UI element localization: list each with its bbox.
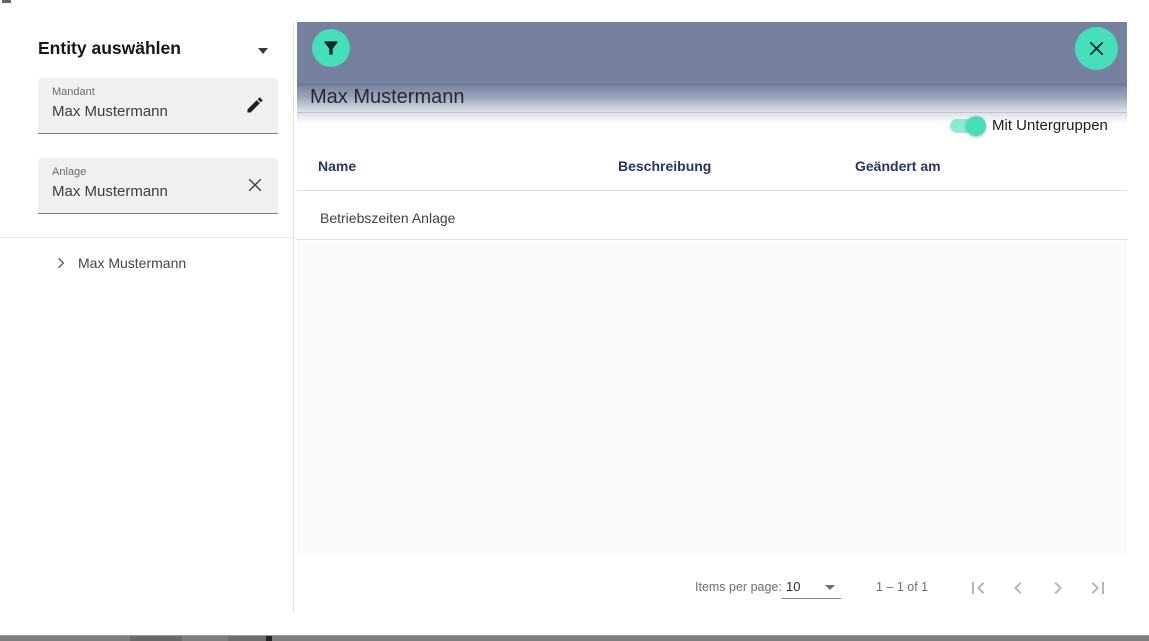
- window-bottom-bar: [0, 635, 1149, 641]
- caret-down-icon[interactable]: [258, 48, 268, 54]
- page-range-label: 1 – 1 of 1: [876, 580, 928, 594]
- table-row[interactable]: Betriebszeiten Anlage: [297, 191, 1127, 240]
- close-icon: [1086, 38, 1107, 59]
- chevron-right-icon: [1046, 576, 1070, 600]
- clear-icon[interactable]: [244, 175, 266, 197]
- close-button[interactable]: [1075, 27, 1118, 70]
- column-header-geaendert-am: Geändert am: [855, 158, 941, 174]
- sidebar-title: Entity auswählen: [38, 38, 181, 59]
- page-size-select[interactable]: 10: [781, 574, 841, 599]
- chevron-right-icon[interactable]: [53, 255, 69, 271]
- last-page-button[interactable]: [1086, 576, 1110, 600]
- tree-item[interactable]: Max Mustermann: [0, 248, 293, 280]
- title-divider: [297, 112, 1127, 113]
- column-header-name: Name: [318, 158, 356, 174]
- bottom-bar-segment: [130, 636, 182, 641]
- bottom-bar-segment: [266, 636, 272, 641]
- mandant-field-value: Max Mustermann: [52, 103, 168, 120]
- anlage-field-label: Anlage: [52, 166, 86, 178]
- toggle-thumb: [966, 116, 986, 136]
- bottom-bar-segment: [228, 636, 266, 641]
- last-page-icon: [1086, 576, 1110, 600]
- entity-select-dialog: Entity auswählen Mandant Max Mustermann …: [0, 0, 1149, 641]
- panel-title: Max Mustermann: [310, 86, 465, 109]
- next-page-button[interactable]: [1046, 576, 1070, 600]
- edit-icon[interactable]: [244, 95, 266, 117]
- x-icon: [245, 175, 265, 195]
- untergruppen-toggle[interactable]: [948, 115, 986, 137]
- first-page-icon: [966, 576, 990, 600]
- mandant-field[interactable]: Mandant Max Mustermann: [38, 78, 278, 134]
- filter-button[interactable]: [312, 29, 350, 67]
- toggle-label: Mit Untergruppen: [992, 117, 1108, 134]
- anlage-field-value: Max Mustermann: [52, 183, 168, 200]
- tree-item-label: Max Mustermann: [78, 255, 186, 271]
- anlage-field[interactable]: Anlage Max Mustermann: [38, 158, 278, 214]
- previous-page-button[interactable]: [1006, 576, 1030, 600]
- chevron-left-icon: [1006, 576, 1030, 600]
- page-size-value: 10: [786, 579, 800, 594]
- cell-name: Betriebszeiten Anlage: [320, 210, 455, 226]
- table-empty-area: [297, 241, 1127, 556]
- column-header-beschreibung: Beschreibung: [618, 158, 711, 174]
- mandant-field-label: Mandant: [52, 86, 95, 98]
- filter-icon: [321, 38, 341, 58]
- caret-down-icon: [825, 585, 835, 590]
- panel-toolbar: [297, 22, 1127, 84]
- pencil-icon: [245, 95, 265, 115]
- sidebar-divider: [0, 237, 293, 238]
- window-corner-artifact: [2, 0, 11, 3]
- items-per-page-label: Items per page:: [695, 580, 782, 594]
- first-page-button[interactable]: [966, 576, 990, 600]
- sidebar-main-divider: [293, 22, 294, 613]
